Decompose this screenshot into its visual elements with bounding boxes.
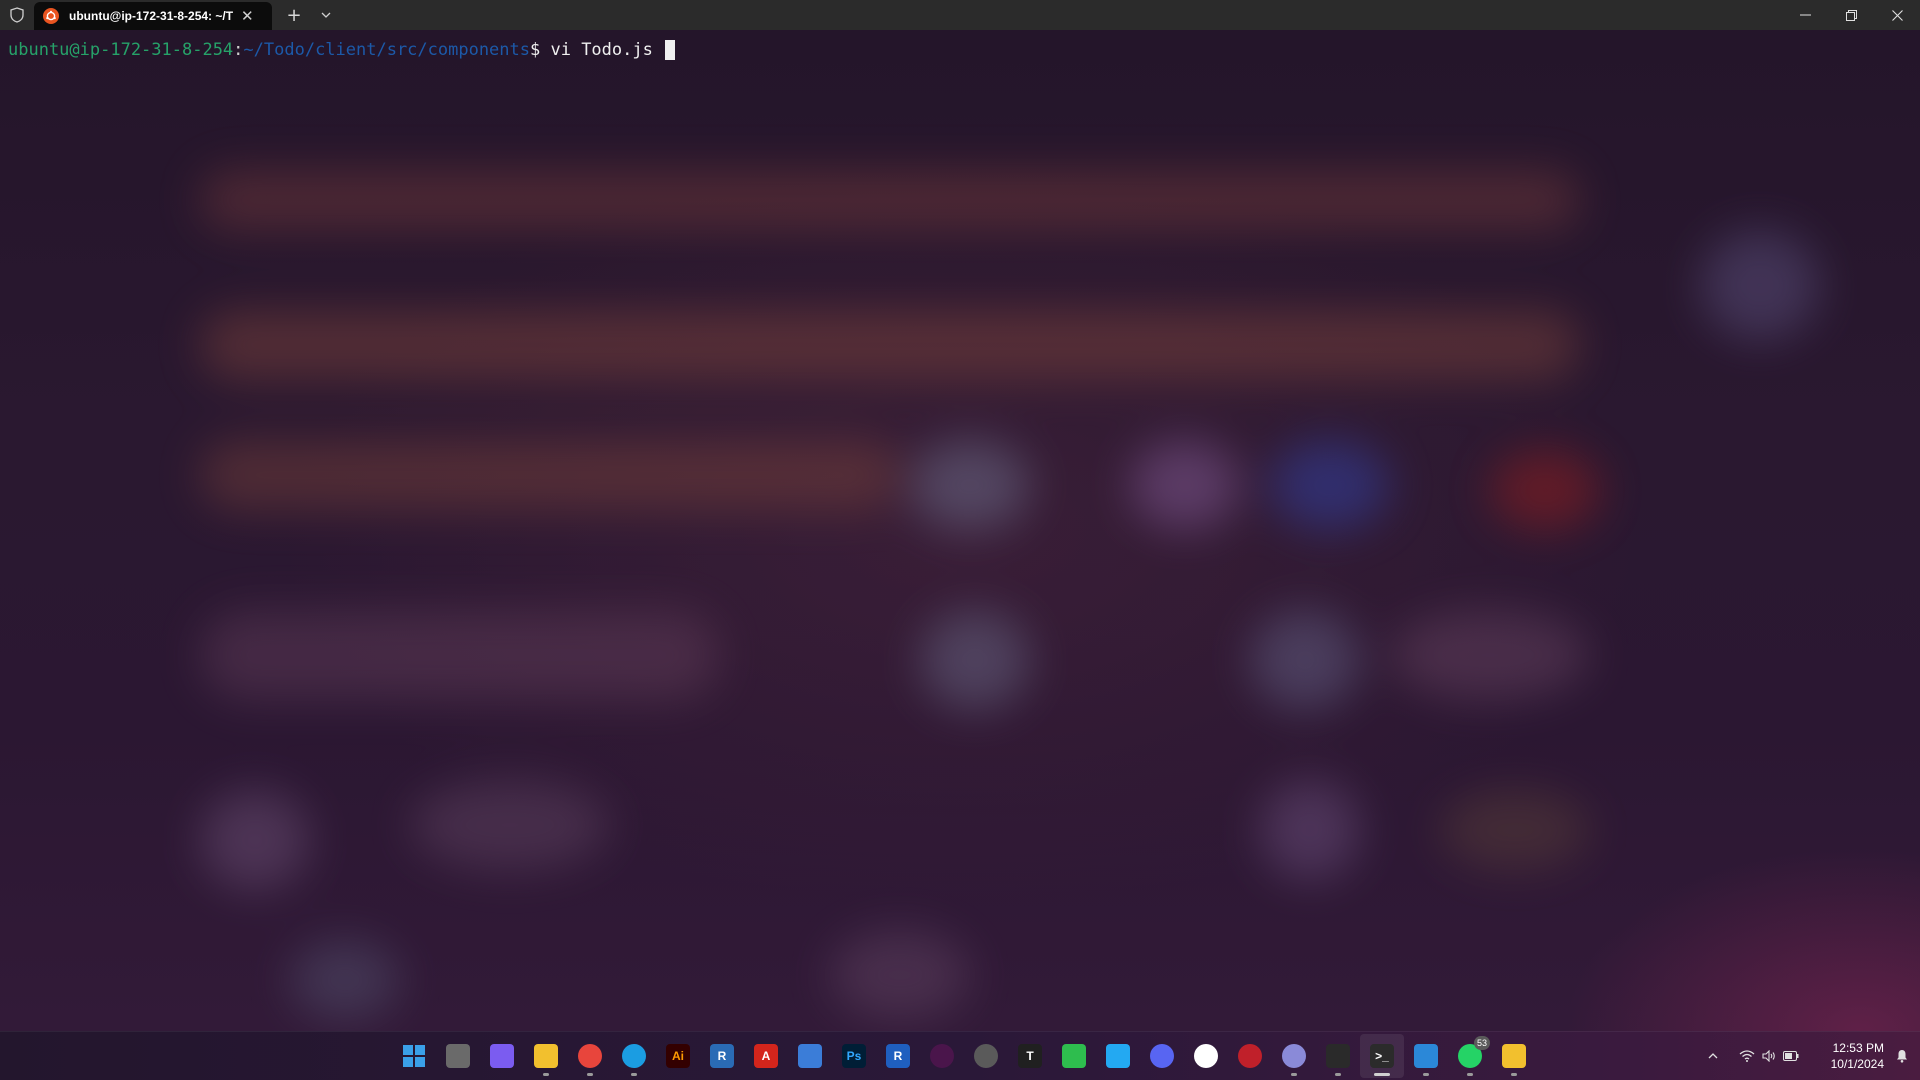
vscode-icon[interactable] xyxy=(1096,1034,1140,1078)
acrobat-icon[interactable]: A xyxy=(744,1034,788,1078)
app-photos-glyph xyxy=(1414,1044,1438,1068)
blurred-background xyxy=(0,30,1920,1032)
running-indicator xyxy=(631,1073,637,1076)
tab-title: ubuntu@ip-172-31-8-254: ~/T xyxy=(69,9,233,23)
edge-glyph xyxy=(622,1044,646,1068)
text-cursor xyxy=(665,40,676,60)
battery-icon[interactable] xyxy=(1780,1032,1802,1080)
close-icon[interactable] xyxy=(1874,0,1920,30)
whatsapp-icon[interactable]: 53 xyxy=(1448,1034,1492,1078)
discord-glyph xyxy=(1150,1044,1174,1068)
start-glyph xyxy=(402,1044,426,1068)
task-view-icon[interactable] xyxy=(436,1034,480,1078)
vscode-glyph xyxy=(1106,1044,1130,1068)
terminal-glyph: >_ xyxy=(1370,1044,1394,1068)
slack-icon[interactable] xyxy=(920,1034,964,1078)
start-icon[interactable] xyxy=(392,1034,436,1078)
terminal-pane[interactable]: ubuntu@ip-172-31-8-254: ~/Todo/client/src… xyxy=(0,30,1920,1032)
running-indicator xyxy=(587,1073,593,1076)
prompt-separator: : xyxy=(233,40,244,60)
task-view-glyph xyxy=(446,1044,470,1068)
prompt-symbol: $ xyxy=(530,40,551,60)
typora-icon[interactable]: T xyxy=(1008,1034,1052,1078)
app-photos-icon[interactable] xyxy=(1404,1034,1448,1078)
file-explorer-icon[interactable] xyxy=(524,1034,568,1078)
app-pen-glyph xyxy=(1326,1044,1350,1068)
illustrator-icon[interactable]: Ai xyxy=(656,1034,700,1078)
command-input[interactable]: vi Todo.js xyxy=(550,40,663,60)
system-tray: 12:53 PM 10/1/2024 xyxy=(1702,1032,1920,1080)
app-red-icon[interactable] xyxy=(1228,1034,1272,1078)
running-indicator xyxy=(1335,1073,1341,1076)
chrome-glyph xyxy=(578,1044,602,1068)
desktop-screen: ubuntu@ip-172-31-8-254: ~/T ✕ + ubuntu@i… xyxy=(0,0,1920,1080)
chevron-up-icon[interactable] xyxy=(1702,1032,1724,1080)
notification-badge: 53 xyxy=(1474,1036,1490,1050)
app-spiral-glyph xyxy=(1282,1044,1306,1068)
github-glyph xyxy=(1194,1044,1218,1068)
clock[interactable]: 12:53 PM 10/1/2024 xyxy=(1814,1040,1884,1072)
github-icon[interactable] xyxy=(1184,1034,1228,1078)
app-circle-glyph xyxy=(974,1044,998,1068)
photoshop-icon[interactable]: Ps xyxy=(832,1034,876,1078)
window-controls xyxy=(1782,0,1920,30)
edge-icon[interactable] xyxy=(612,1034,656,1078)
running-indicator xyxy=(1374,1073,1390,1076)
r-studio-glyph: R xyxy=(710,1044,734,1068)
r-app-icon[interactable]: R xyxy=(876,1034,920,1078)
app-blue-shield-glyph xyxy=(798,1044,822,1068)
taskbar: Ai R A Ps R T >_ 53 12:53 PM 10/1/2024 xyxy=(0,1031,1920,1080)
prompt-path: ~/Todo/client/src/components xyxy=(243,40,530,60)
clock-date: 10/1/2024 xyxy=(1830,1057,1884,1071)
slack-glyph xyxy=(930,1044,954,1068)
app-green-icon[interactable] xyxy=(1052,1034,1096,1078)
shield-icon[interactable] xyxy=(0,0,34,30)
app-circle-icon[interactable] xyxy=(964,1034,1008,1078)
photoshop-glyph: Ps xyxy=(842,1044,866,1068)
running-indicator xyxy=(1291,1073,1297,1076)
wifi-icon[interactable] xyxy=(1736,1032,1758,1080)
taskbar-apps: Ai R A Ps R T >_ 53 xyxy=(392,1032,1536,1080)
chevron-down-icon[interactable] xyxy=(316,0,336,30)
app-spiral-icon[interactable] xyxy=(1272,1034,1316,1078)
r-app-glyph: R xyxy=(886,1044,910,1068)
discord-icon[interactable] xyxy=(1140,1034,1184,1078)
tab-terminal-session[interactable]: ubuntu@ip-172-31-8-254: ~/T ✕ xyxy=(34,2,272,30)
copilot-glyph xyxy=(490,1044,514,1068)
app-yellow-folder-glyph xyxy=(1502,1044,1526,1068)
running-indicator xyxy=(543,1073,549,1076)
app-green-glyph xyxy=(1062,1044,1086,1068)
app-pen-icon[interactable] xyxy=(1316,1034,1360,1078)
running-indicator xyxy=(1423,1073,1429,1076)
tab-close-icon[interactable]: ✕ xyxy=(241,7,254,25)
copilot-icon[interactable] xyxy=(480,1034,524,1078)
app-red-glyph xyxy=(1238,1044,1262,1068)
new-tab-button[interactable]: + xyxy=(272,0,316,30)
acrobat-glyph: A xyxy=(754,1044,778,1068)
chrome-icon[interactable] xyxy=(568,1034,612,1078)
r-studio-icon[interactable]: R xyxy=(700,1034,744,1078)
typora-glyph: T xyxy=(1018,1044,1042,1068)
file-explorer-glyph xyxy=(534,1044,558,1068)
prompt-user-host: ubuntu@ip-172-31-8-254 xyxy=(8,40,234,60)
window-titlebar[interactable]: ubuntu@ip-172-31-8-254: ~/T ✕ + xyxy=(0,0,1920,30)
bell-icon[interactable] xyxy=(1884,1032,1920,1080)
running-indicator xyxy=(1467,1073,1473,1076)
restore-icon[interactable] xyxy=(1828,0,1874,30)
illustrator-glyph: Ai xyxy=(666,1044,690,1068)
app-yellow-folder-icon[interactable] xyxy=(1492,1034,1536,1078)
terminal-icon[interactable]: >_ xyxy=(1360,1034,1404,1078)
running-indicator xyxy=(1511,1073,1517,1076)
minimize-icon[interactable] xyxy=(1782,0,1828,30)
ubuntu-icon xyxy=(43,8,59,24)
app-blue-shield-icon[interactable] xyxy=(788,1034,832,1078)
terminal-prompt-line: ubuntu@ip-172-31-8-254: ~/Todo/client/src… xyxy=(8,40,676,60)
volume-icon[interactable] xyxy=(1758,1032,1780,1080)
clock-time: 12:53 PM xyxy=(1832,1041,1884,1055)
